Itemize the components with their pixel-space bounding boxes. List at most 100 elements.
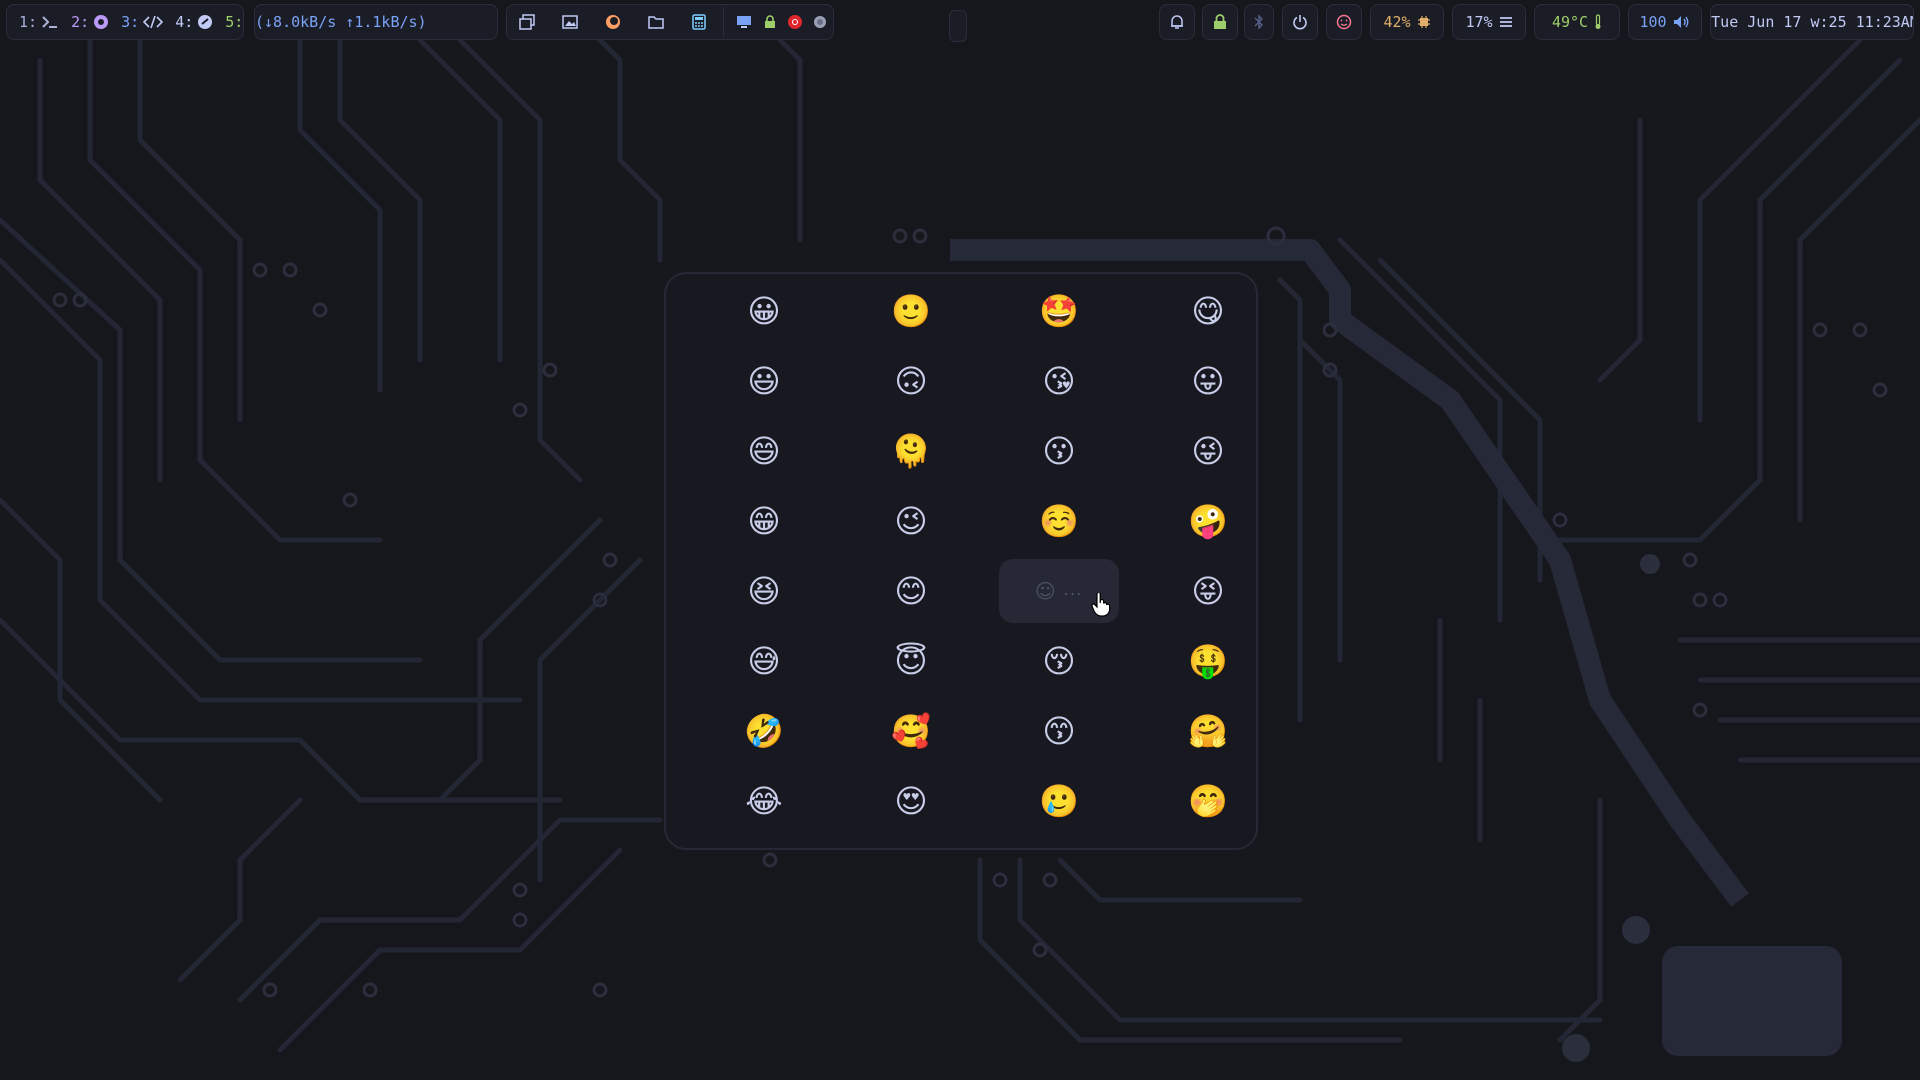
thermometer-icon (1595, 14, 1601, 29)
memory-icon (1499, 17, 1512, 27)
emoji-glyph: 😘 (1042, 362, 1076, 400)
cpu-icon (1417, 16, 1430, 28)
emoji-cell[interactable]: 🤭 (1148, 769, 1268, 833)
workspace-switcher: 1: 2: 3: 4: 5: (6, 4, 244, 40)
emoji-cell[interactable]: 😋 (1148, 279, 1268, 343)
launcher-divider (722, 7, 732, 37)
app-icon (198, 15, 213, 29)
emoji-cell[interactable]: 😝 (1148, 559, 1268, 623)
emoji-glyph: 😉 (894, 502, 928, 540)
emoji-cell[interactable]: 😜 (1148, 419, 1268, 483)
emoji-cell[interactable]: 🥰 (851, 699, 971, 763)
emoji-cell[interactable]: 🤩 (999, 279, 1119, 343)
windows-icon (518, 14, 535, 30)
code-icon (143, 15, 164, 29)
emoji-cell[interactable]: 😅 (704, 629, 824, 693)
emoji-cell[interactable]: 😗 (999, 419, 1119, 483)
circle-tray[interactable] (808, 5, 833, 39)
workspace-4[interactable]: 4: (175, 13, 213, 31)
workspace-number: 3: (121, 13, 140, 31)
cpu-usage-value: 42% (1383, 13, 1411, 31)
power-icon (1293, 15, 1307, 30)
emoji-cell[interactable]: 🥲 (999, 769, 1119, 833)
emoji-cell[interactable]: 😀 (704, 279, 824, 343)
app-launcher-bar (506, 4, 834, 40)
emoji-picker-panel: 😀 🙂 🤩 😋 😃 🙃 😘 😛 😄 🫠 😗 😜 😁 😉 ☺️ 🤪 😆 😊 ☺... 😝 😅 😇 😚 🤑 🤣 🥰 😙 🤗 😂 😍 🥲 🤭 (664, 272, 1258, 850)
emoji-picker-button[interactable] (1326, 4, 1362, 40)
emoji-glyph: 😅 (747, 642, 781, 680)
emoji-cell[interactable]: 🤪 (1148, 489, 1268, 553)
emoji-cell[interactable]: 😇 (851, 629, 971, 693)
emoji-glyph: 😛 (1191, 362, 1225, 400)
lock-button[interactable] (1202, 4, 1238, 40)
emoji-glyph: 🥰 (891, 712, 931, 750)
emoji-cell[interactable]: 🤣 (704, 699, 824, 763)
bar-notch (949, 10, 967, 42)
emoji-cell[interactable]: 😘 (999, 349, 1119, 413)
folder-launcher[interactable] (641, 5, 672, 39)
calculator-launcher[interactable] (684, 5, 715, 39)
emoji-glyph: 🙂 (891, 292, 931, 330)
emoji-glyph: ☺️ (1039, 502, 1079, 540)
circle-icon (814, 16, 827, 28)
lock-icon (1214, 14, 1226, 29)
emoji-cell[interactable]: 😁 (704, 489, 824, 553)
emoji-glyph: 😃 (747, 362, 781, 400)
emoji-cell[interactable]: 😍 (851, 769, 971, 833)
workspace-number: 5: (225, 13, 244, 31)
volume-control[interactable]: 100 (1628, 4, 1702, 40)
monitor-tray[interactable] (732, 5, 757, 39)
emoji-glyph: 😊 (894, 572, 928, 610)
calculator-icon (692, 14, 707, 30)
emoji-glyph: 😝 (1191, 572, 1225, 610)
lock-tray[interactable] (757, 5, 782, 39)
emoji-cell[interactable]: 😊 (851, 559, 971, 623)
emoji-cell[interactable]: 😉 (851, 489, 971, 553)
emoji-loading-dots: ... (1063, 583, 1084, 599)
windows-launcher[interactable] (511, 5, 542, 39)
bluetooth-button[interactable] (1244, 4, 1274, 40)
lock-tray-icon (764, 15, 775, 28)
emoji-cell[interactable]: 😚 (999, 629, 1119, 693)
clock-text: Tue Jun 17 w:25 11:23AM (1711, 13, 1914, 31)
workspace-5[interactable]: 5: (225, 13, 244, 31)
notifications-button[interactable] (1159, 4, 1195, 40)
emoji-glyph: 🤭 (1188, 782, 1228, 820)
workspace-number: 4: (175, 13, 194, 31)
emoji-cell[interactable]: 😂 (704, 769, 824, 833)
emoji-cell[interactable]: 😄 (704, 419, 824, 483)
emoji-glyph: 😙 (1042, 712, 1076, 750)
hand-cursor-icon (1091, 593, 1111, 617)
emoji-cell[interactable]: 🙃 (851, 349, 971, 413)
workspace-3[interactable]: 3: (121, 13, 164, 31)
firefox-icon (605, 15, 620, 29)
workspace-1[interactable]: 1: (19, 13, 59, 31)
emoji-cell[interactable]: 🙂 (851, 279, 971, 343)
emoji-cell[interactable]: 😙 (999, 699, 1119, 763)
emoji-glyph: 🤗 (1188, 712, 1228, 750)
bluetooth-icon (1254, 14, 1263, 30)
emoji-cell[interactable]: 🤑 (1148, 629, 1268, 693)
workspace-2[interactable]: 2: (71, 13, 109, 31)
emoji-glyph: 🤑 (1188, 642, 1228, 680)
record-tray[interactable] (782, 5, 807, 39)
power-button[interactable] (1282, 4, 1318, 40)
emoji-glyph: 😍 (894, 782, 928, 820)
bell-icon (1171, 15, 1183, 29)
emoji-glyph: 😋 (1191, 292, 1225, 330)
memory-usage-value: 17% (1465, 13, 1493, 31)
emoji-cell[interactable]: 🫠 (851, 419, 971, 483)
emoji-cell[interactable]: 😛 (1148, 349, 1268, 413)
clock[interactable]: Tue Jun 17 w:25 11:23AM (1710, 4, 1914, 40)
emoji-glyph: 🙃 (894, 362, 928, 400)
emoji-cell[interactable]: 🤗 (1148, 699, 1268, 763)
firefox-launcher[interactable] (597, 5, 628, 39)
image-launcher[interactable] (554, 5, 585, 39)
emoji-cell[interactable]: 😃 (704, 349, 824, 413)
emoji-glyph: 😚 (1042, 642, 1076, 680)
emoji-glyph: 🤣 (744, 712, 784, 750)
emoji-cell[interactable]: ☺️ (999, 489, 1119, 553)
emoji-cell[interactable]: 😆 (704, 559, 824, 623)
workspace-number: 1: (19, 13, 38, 31)
emoji-glyph: 😄 (747, 432, 781, 470)
